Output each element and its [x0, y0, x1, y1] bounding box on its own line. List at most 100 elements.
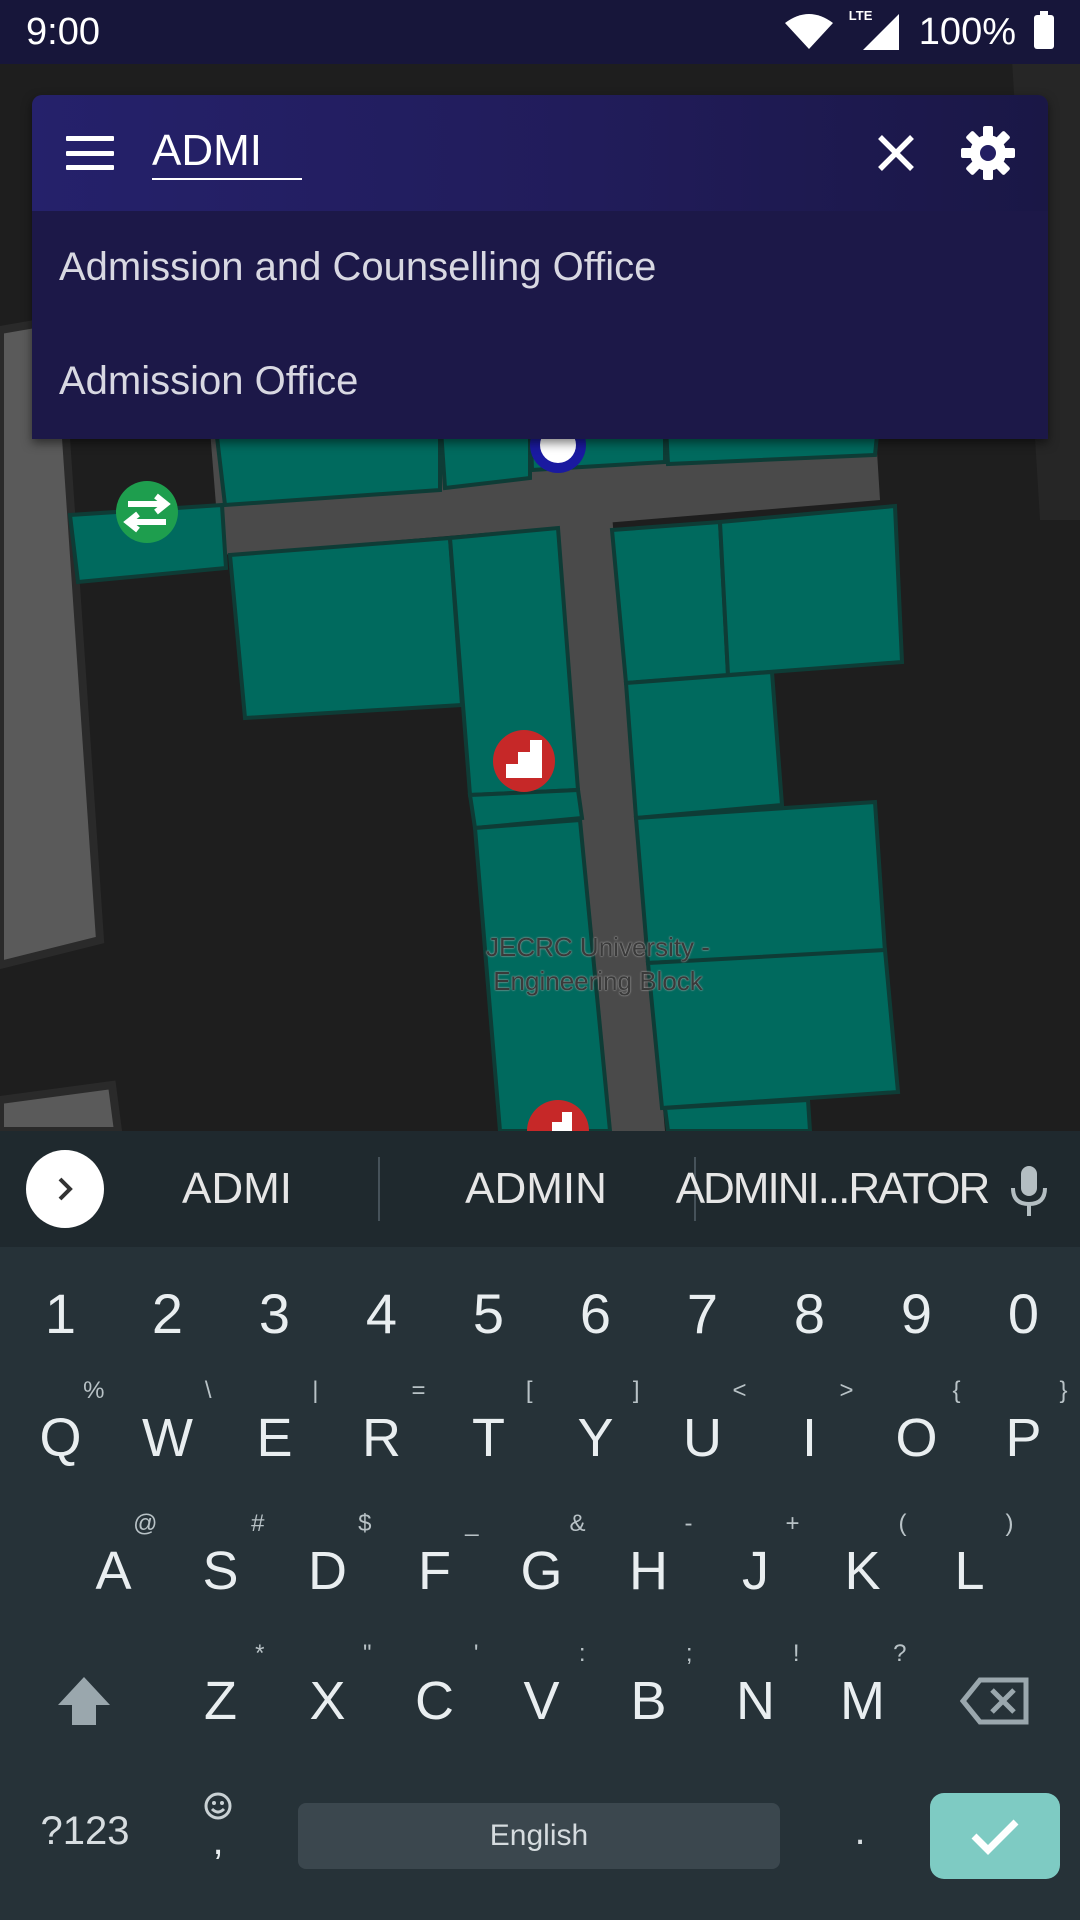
- key-w[interactable]: W \: [114, 1377, 221, 1493]
- key-q[interactable]: Q%: [7, 1377, 114, 1493]
- key-hint: %: [83, 1377, 105, 1404]
- key-d[interactable]: D $: [274, 1510, 381, 1626]
- key-4[interactable]: 4: [328, 1263, 435, 1363]
- period-key[interactable]: .: [820, 1781, 900, 1881]
- key-u[interactable]: U <: [649, 1377, 756, 1493]
- key-c[interactable]: C ': [381, 1640, 488, 1756]
- key-a[interactable]: A @: [60, 1510, 167, 1626]
- key-label: B: [630, 1671, 667, 1731]
- key-label: 5: [472, 1281, 505, 1345]
- key-hint: (: [898, 1510, 907, 1537]
- checkmark-icon: [971, 1819, 1019, 1855]
- key-label: M: [840, 1671, 885, 1731]
- key-label: 7: [686, 1281, 719, 1345]
- key-hint: ): [1005, 1510, 1014, 1537]
- key-v[interactable]: V:: [488, 1640, 595, 1756]
- key-h[interactable]: H-: [595, 1510, 702, 1626]
- key-label: O: [895, 1408, 938, 1468]
- key-3[interactable]: 3: [221, 1263, 328, 1363]
- wifi-icon: [784, 14, 833, 49]
- key-hint: ;: [685, 1640, 693, 1667]
- key-hint: {: [952, 1377, 961, 1404]
- key-label: S: [202, 1541, 239, 1601]
- key-g[interactable]: G &: [488, 1510, 595, 1626]
- status-time: 9:00: [26, 10, 100, 53]
- key-7[interactable]: 7: [649, 1263, 756, 1363]
- key-label: Q: [39, 1408, 82, 1468]
- key-label: U: [683, 1408, 722, 1468]
- key-2[interactable]: 2: [114, 1263, 221, 1363]
- key-e[interactable]: E |: [221, 1377, 328, 1493]
- key-x[interactable]: X ": [274, 1640, 381, 1756]
- mic-icon[interactable]: [1004, 1164, 1054, 1218]
- key-label: 1: [44, 1281, 77, 1345]
- status-icons: LTE 100%: [783, 8, 1054, 54]
- word-suggestion[interactable]: ADMIN: [400, 1131, 672, 1247]
- key-label: 3: [258, 1281, 291, 1345]
- key-l[interactable]: L): [916, 1510, 1023, 1626]
- symbols-key[interactable]: ?123: [20, 1781, 150, 1881]
- key-label: R: [362, 1408, 401, 1468]
- key-hint: +: [785, 1510, 800, 1537]
- suggestion-item[interactable]: Admission Office: [32, 323, 1048, 439]
- expand-suggestions-button[interactable]: [26, 1150, 104, 1228]
- key-r[interactable]: R =: [328, 1377, 435, 1493]
- key-5[interactable]: 5: [435, 1263, 542, 1363]
- key-label: K: [844, 1541, 881, 1601]
- key-hint: ': [473, 1640, 479, 1667]
- key-hint: #: [251, 1510, 265, 1537]
- keyboard-suggestion-strip: ADMI ADMIN ADMINI...RATOR: [0, 1131, 1080, 1247]
- menu-icon[interactable]: [66, 136, 114, 170]
- key-label: J: [742, 1541, 769, 1601]
- search-input[interactable]: [152, 126, 302, 180]
- key-1[interactable]: 1: [7, 1263, 114, 1363]
- key-hint: ]: [632, 1377, 640, 1404]
- shift-key[interactable]: [34, 1646, 134, 1756]
- key-j[interactable]: J +: [702, 1510, 809, 1626]
- swap-direction-icon[interactable]: [116, 481, 178, 543]
- key-label: X: [309, 1671, 346, 1731]
- key-z[interactable]: Z *: [167, 1640, 274, 1756]
- key-label: W: [142, 1408, 193, 1468]
- stairs-icon[interactable]: [493, 730, 555, 792]
- key-f[interactable]: F _: [381, 1510, 488, 1626]
- suggestion-item[interactable]: Admission and Counselling Office: [32, 211, 1048, 323]
- key-hint: $: [358, 1510, 372, 1537]
- key-9[interactable]: 9: [863, 1263, 970, 1363]
- key-label: E: [256, 1408, 293, 1468]
- emoji-comma-key[interactable]: ,: [178, 1771, 258, 1881]
- word-suggestion[interactable]: ADMI: [130, 1131, 344, 1247]
- gear-icon[interactable]: [960, 125, 1016, 181]
- key-8[interactable]: 8: [756, 1263, 863, 1363]
- key-label: A: [95, 1541, 132, 1601]
- enter-key[interactable]: [930, 1793, 1060, 1879]
- key-b[interactable]: B;: [595, 1640, 702, 1756]
- key-0[interactable]: 0: [970, 1263, 1077, 1363]
- divider: [378, 1157, 380, 1221]
- key-label: 0: [1007, 1281, 1040, 1345]
- key-label: 4: [365, 1281, 398, 1345]
- key-6[interactable]: 6: [542, 1263, 649, 1363]
- key-t[interactable]: T[: [435, 1377, 542, 1493]
- building-label: JECRC University - Engineering Block: [468, 930, 728, 998]
- key-s[interactable]: S #: [167, 1510, 274, 1626]
- backspace-icon: [960, 1677, 1029, 1725]
- key-i[interactable]: I >: [756, 1377, 863, 1493]
- key-hint: :: [578, 1640, 586, 1667]
- key-o[interactable]: O{: [863, 1377, 970, 1493]
- space-key[interactable]: English: [298, 1803, 780, 1869]
- word-suggestion[interactable]: ADMINI...RATOR: [676, 1131, 991, 1247]
- close-icon[interactable]: [872, 129, 920, 177]
- key-n[interactable]: N!: [702, 1640, 809, 1756]
- key-p[interactable]: P}: [970, 1377, 1077, 1493]
- signal-icon: LTE: [849, 8, 901, 52]
- key-label: D: [308, 1541, 347, 1601]
- key-hint: >: [839, 1377, 854, 1404]
- backspace-key[interactable]: [940, 1646, 1050, 1756]
- key-k[interactable]: K(: [809, 1510, 916, 1626]
- key-hint: ": [362, 1640, 372, 1667]
- key-y[interactable]: Y]: [542, 1377, 649, 1493]
- key-m[interactable]: M?: [809, 1640, 916, 1756]
- key-hint: <: [732, 1377, 747, 1404]
- building-label-line2: Engineering Block: [493, 966, 703, 996]
